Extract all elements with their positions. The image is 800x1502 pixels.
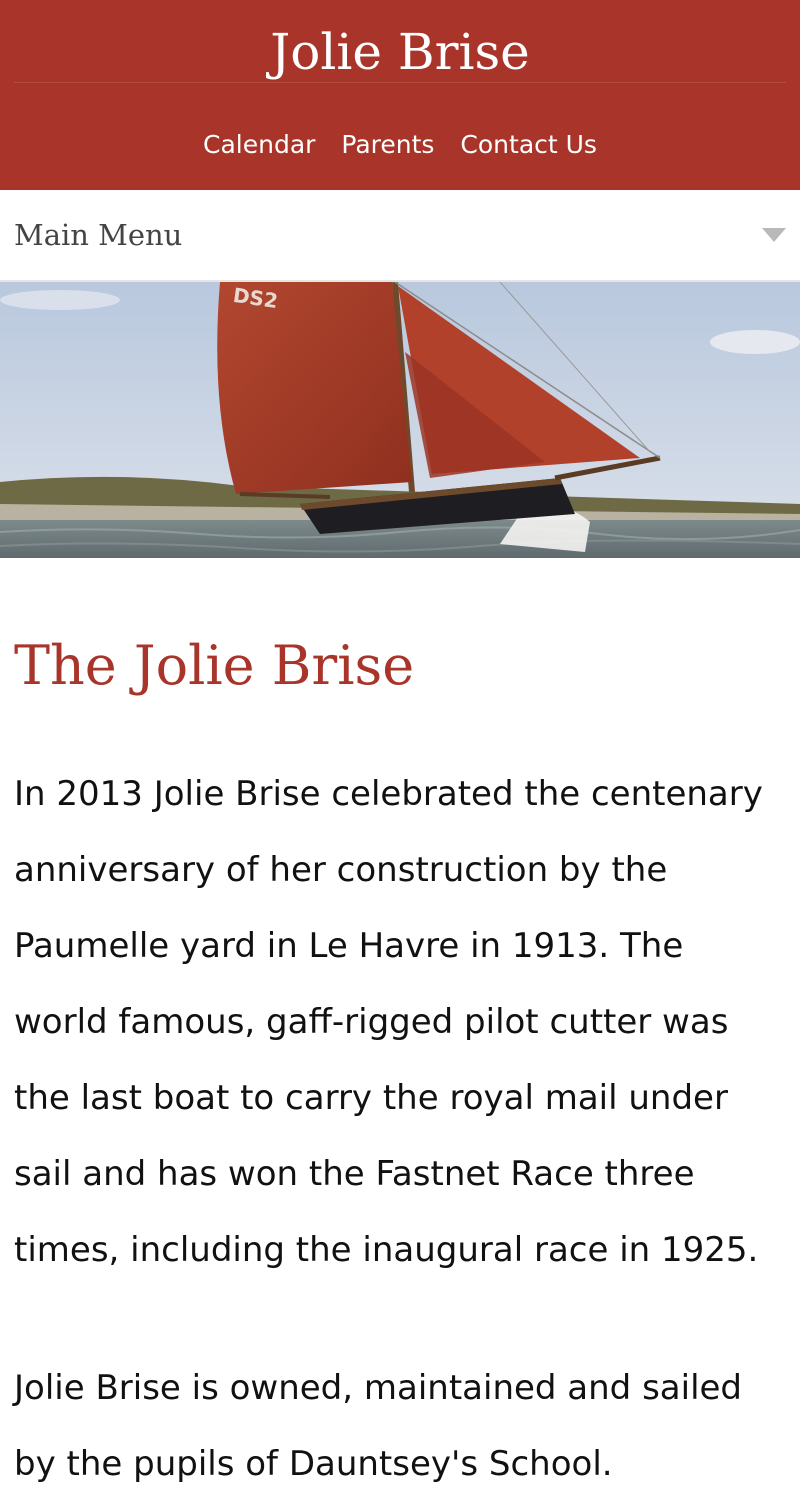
page-title: The Jolie Brise [14, 634, 415, 697]
nav-link-contact[interactable]: Contact Us [460, 130, 597, 159]
hero-image: DS2 [0, 282, 800, 558]
top-nav: Calendar Parents Contact Us [0, 126, 800, 164]
nav-link-parents[interactable]: Parents [341, 130, 434, 159]
ownership-paragraph: Jolie Brise is owned, maintained and sai… [14, 1368, 743, 1484]
sailing-boat-illustration [0, 282, 800, 558]
intro-paragraph: In 2013 Jolie Brise celebrated the cente… [14, 774, 763, 1270]
site-header: Jolie Brise Calendar Parents Contact Us [0, 0, 800, 190]
chevron-down-icon[interactable] [762, 228, 786, 242]
header-divider [14, 82, 786, 83]
main-menu-label: Main Menu [14, 218, 183, 252]
nav-link-calendar[interactable]: Calendar [203, 130, 315, 159]
main-content: The Jolie Brise In 2013 Jolie Brise cele… [0, 634, 800, 1502]
site-title[interactable]: Jolie Brise [0, 20, 800, 84]
main-menu-toggle[interactable]: Main Menu [0, 190, 800, 282]
